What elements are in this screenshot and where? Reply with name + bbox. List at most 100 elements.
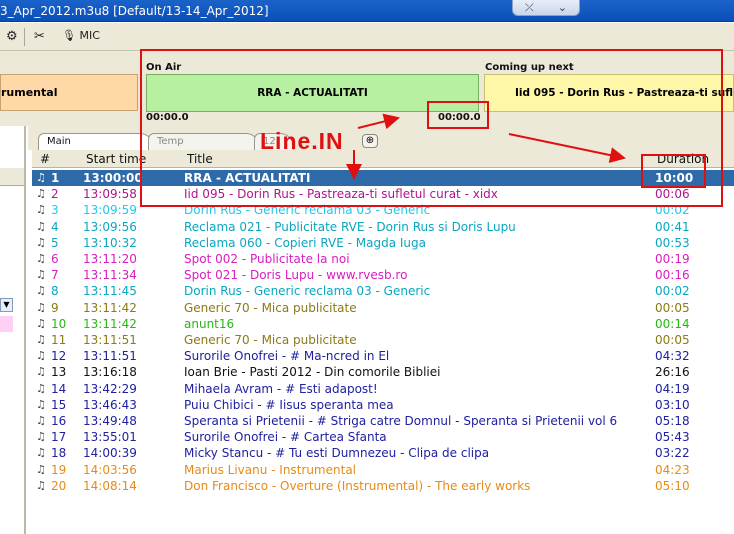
row-number: 7 <box>51 268 59 283</box>
on-air-box[interactable]: RRA - ACTUALITATI <box>146 74 479 112</box>
row-title: Spot 021 - Doris Lupu - www.rvesb.ro <box>184 268 408 283</box>
row-start-time: 13:00:00 <box>83 171 143 185</box>
coming-up-next-box[interactable]: Iid 095 - Dorin Rus - Pastreaza-ti sufle… <box>484 74 734 112</box>
row-duration: 26:16 <box>655 365 690 380</box>
playlist-row[interactable]: ♫ 6 13:11:20 Spot 002 - Publicitate la noi 0… <box>32 251 734 267</box>
track-icon: ♫ <box>36 349 46 363</box>
row-duration: 04:23 <box>655 462 690 477</box>
track-icon: ♫ <box>36 365 46 379</box>
playlist-row[interactable]: ♫ 12 13:11:51 Surorile Onofrei - # Ma-ncred… <box>32 348 734 364</box>
row-duration: 05:18 <box>655 414 690 428</box>
settings-icon[interactable]: ⚙ <box>6 29 18 44</box>
window-controls: ⤫ ⌄ <box>512 0 580 16</box>
row-title: Iid 095 - Dorin Rus - Pastreaza-ti sufle… <box>184 187 498 202</box>
playlist-row[interactable]: ♫ 18 14:00:39 Micky Stancu - # Tu esti Dumn… <box>32 445 734 461</box>
row-duration: 00:05 <box>655 333 690 347</box>
playlist-row[interactable]: ♫ 4 13:09:56 Reclama 021 - Publicitate RVE … <box>32 219 734 235</box>
left-pane-header <box>0 168 24 186</box>
row-start-time: 13:11:34 <box>83 268 137 283</box>
toolbar-separator <box>24 28 25 46</box>
row-number: 6 <box>51 252 59 266</box>
playlist-row[interactable]: ♫ 13 13:16:18 Ioan Brie - Pasti 2012 - Din … <box>32 364 734 380</box>
track-icon: ♫ <box>36 219 46 233</box>
row-number: 20 <box>51 478 67 493</box>
track-icon: ♫ <box>36 171 46 184</box>
column-duration[interactable]: Duration <box>657 152 709 166</box>
playlist-row[interactable]: ♫ 8 13:11:45 Dorin Rus - Generic reclama 03… <box>32 283 734 299</box>
cut-icon[interactable]: ✂ <box>34 29 45 44</box>
track-icon: ♫ <box>36 252 46 265</box>
playlist-row[interactable]: ♫ 2 13:09:58 Iid 095 - Dorin Rus - Pastreaz… <box>32 186 734 202</box>
chevron-down-icon[interactable]: ⌄ <box>558 1 567 14</box>
track-icon: ♫ <box>36 300 46 314</box>
row-start-time: 13:09:59 <box>83 203 137 218</box>
collapse-icon[interactable]: ⤫ <box>525 1 534 15</box>
mic-label: MIC <box>79 29 100 42</box>
track-icon: ♫ <box>36 268 46 282</box>
column-number[interactable]: # <box>40 152 50 166</box>
playlist-row[interactable]: ♫ 7 13:11:34 Spot 021 - Doris Lupu - www.rv… <box>32 267 734 283</box>
row-number: 19 <box>51 462 67 477</box>
row-duration: 03:22 <box>655 446 690 461</box>
row-duration: 00:02 <box>655 284 690 299</box>
chevron-down-icon[interactable]: ▼ <box>0 298 13 312</box>
row-title: Surorile Onofrei - # Cartea Sfanta <box>184 430 387 445</box>
window-title: 3_Apr_2012.m3u8 [Default/13-14_Apr_2012] <box>0 4 269 18</box>
row-start-time: 13:49:48 <box>83 414 137 428</box>
playlist-row[interactable]: ♫ 17 13:55:01 Surorile Onofrei - # Cartea S… <box>32 429 734 445</box>
row-start-time: 13:11:42 <box>83 316 137 331</box>
track-icon: ♫ <box>36 478 46 492</box>
tab-main[interactable]: Main <box>38 133 154 150</box>
row-number: 14 <box>51 381 67 396</box>
playlist-row[interactable]: ♫ 20 14:08:14 Don Francisco - Overture (Ins… <box>32 478 734 494</box>
row-number: 4 <box>51 219 59 234</box>
playlist-row[interactable]: ♫ 9 13:11:42 Generic 70 - Mica publicitate 0… <box>32 300 734 316</box>
row-start-time: 13:09:56 <box>83 219 137 234</box>
playlist-row[interactable]: ♫ 19 14:03:56 Marius Livanu - Instrumental 0… <box>32 462 734 478</box>
row-duration: 00:14 <box>655 316 690 331</box>
playlist-row[interactable]: ♫ 5 13:10:32 Reclama 060 - Copieri RVE - Ma… <box>32 235 734 251</box>
playlist-row[interactable]: ♫ 11 13:11:51 Generic 70 - Mica publicitate… <box>32 332 734 348</box>
playlist-row[interactable]: ♫ 14 13:42:29 Mihaela Avram - # Esti adapos… <box>32 381 734 397</box>
playlist-row[interactable]: ♫ 1 13:00:00 RRA - ACTUALITATI 10:00 <box>32 170 734 186</box>
row-number: 15 <box>51 397 67 412</box>
track-icon: ♫ <box>36 316 46 330</box>
row-number: 10 <box>51 316 67 331</box>
mic-button[interactable]: 🎙 MIC <box>62 29 100 42</box>
column-start-time[interactable]: Start time <box>86 152 146 166</box>
row-duration: 05:10 <box>655 478 690 493</box>
playlist-row[interactable]: ♫ 15 13:46:43 Puiu Chibici - # Iisus speran… <box>32 397 734 413</box>
track-icon: ♫ <box>36 462 46 476</box>
row-start-time: 13:11:20 <box>83 252 137 266</box>
on-air-title: RRA - ACTUALITATI <box>257 87 368 99</box>
on-air-label: On Air <box>146 62 182 73</box>
playlist-row[interactable]: ♫ 16 13:49:48 Speranta si Prietenii - # Str… <box>32 413 734 429</box>
playlist-row[interactable]: ♫ 10 13:11:42 anunt16 00:14 <box>32 316 734 332</box>
row-number: 17 <box>51 430 67 445</box>
previous-item-box[interactable]: rumental <box>0 74 138 111</box>
track-icon: ♫ <box>36 430 46 444</box>
playlist-row[interactable]: ♫ 3 13:09:59 Dorin Rus - Generic reclama 03… <box>32 202 734 218</box>
row-title: Reclama 021 - Publicitate RVE - Dorin Ru… <box>184 219 516 234</box>
toolbar: ⚙ ✂ 🎙 MIC <box>0 23 734 51</box>
add-tab-icon[interactable]: ⊕ <box>362 134 378 148</box>
row-number: 12 <box>51 349 67 364</box>
row-start-time: 14:00:39 <box>83 446 137 461</box>
row-title: Reclama 060 - Copieri RVE - Magda Iuga <box>184 235 426 250</box>
row-number: 2 <box>51 187 59 202</box>
row-title: Generic 70 - Mica publicitate <box>184 300 357 315</box>
row-duration: 00:06 <box>655 187 690 202</box>
previous-item-title: rumental <box>1 86 58 99</box>
column-title[interactable]: Title <box>187 152 213 166</box>
tab-temp[interactable]: Temp <box>148 133 260 150</box>
row-number: 9 <box>51 300 59 315</box>
row-start-time: 13:11:42 <box>83 300 137 315</box>
row-duration: 00:53 <box>655 235 690 250</box>
next-title: Iid 095 - Dorin Rus - Pastreaza-ti sufle… <box>515 87 734 99</box>
row-title: Spot 002 - Publicitate la noi <box>184 252 350 266</box>
row-title: Speranta si Prietenii - # Striga catre D… <box>184 414 618 428</box>
track-icon: ♫ <box>36 414 46 427</box>
on-air-elapsed: 00:00.0 <box>146 112 189 123</box>
row-duration: 00:19 <box>655 252 690 266</box>
track-icon: ♫ <box>36 333 46 346</box>
